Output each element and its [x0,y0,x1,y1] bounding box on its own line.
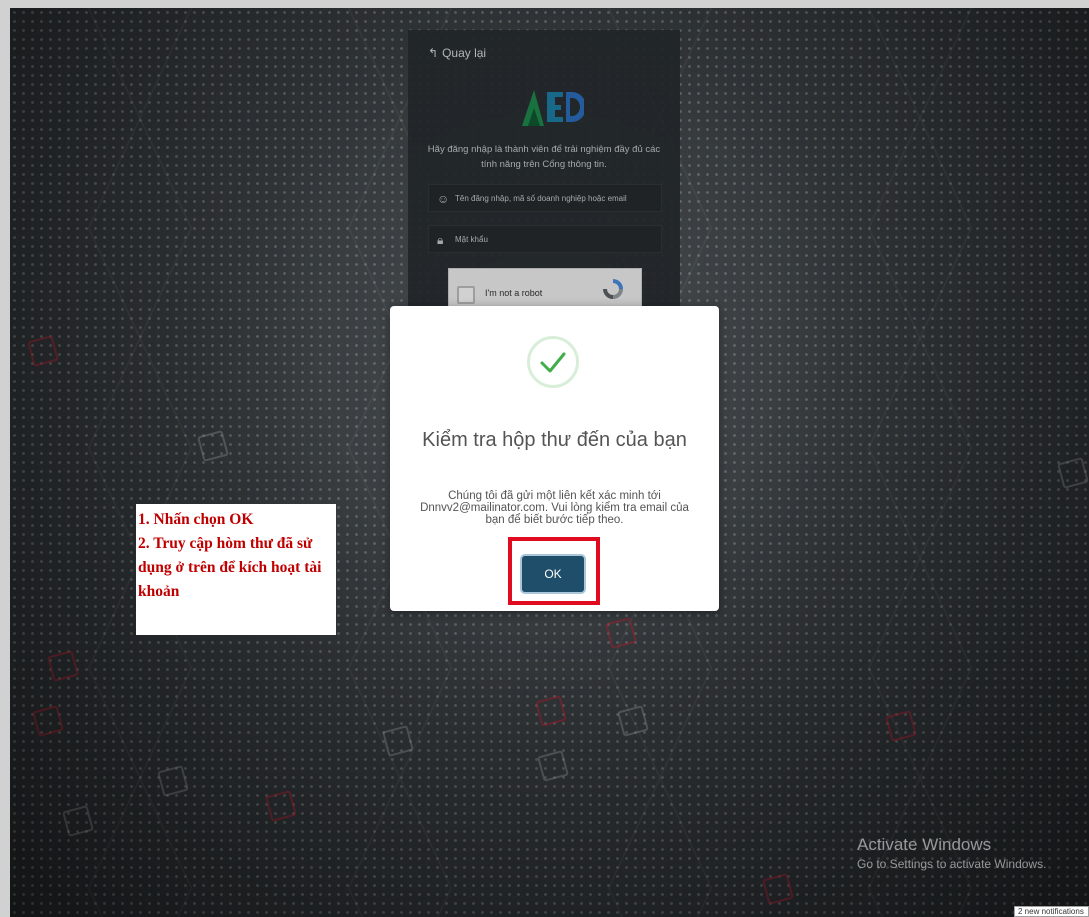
instruction-step-1: 1. Nhấn chọn OK [138,511,254,528]
success-check-icon [527,336,579,388]
activate-windows-watermark: Activate Windows Go to Settings to activ… [857,835,1047,871]
instruction-note: 1. Nhấn chọn OK 2. Truy cập hòm thư đã s… [136,504,336,635]
dialog-title: Kiểm tra hộp thư đến của bạn [422,429,687,451]
ok-button-highlight [508,537,600,605]
instruction-step-2: 2. Truy cập hòm thư đã sử dụng ở trên để… [138,535,322,600]
screen: ↰ Quay lại Hãy đăng nhập là thành viên để… [0,0,1089,917]
notification-badge[interactable]: 2 new notifications [1014,906,1089,917]
dialog-message: Chúng tôi đã gửi một liên kết xác minh t… [420,490,689,526]
